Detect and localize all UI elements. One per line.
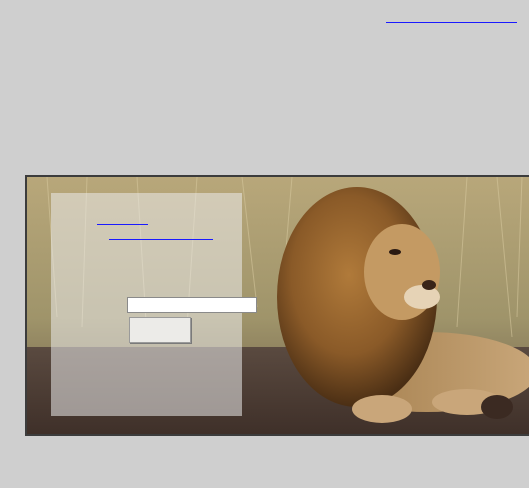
lion-photo-frame	[25, 175, 529, 436]
panel-link-1[interactable]	[97, 223, 148, 225]
panel-link-2[interactable]	[109, 238, 213, 240]
top-right-link[interactable]	[386, 10, 517, 23]
submit-button[interactable]	[129, 317, 191, 343]
login-panel	[51, 193, 257, 416]
text-input[interactable]	[127, 297, 257, 313]
